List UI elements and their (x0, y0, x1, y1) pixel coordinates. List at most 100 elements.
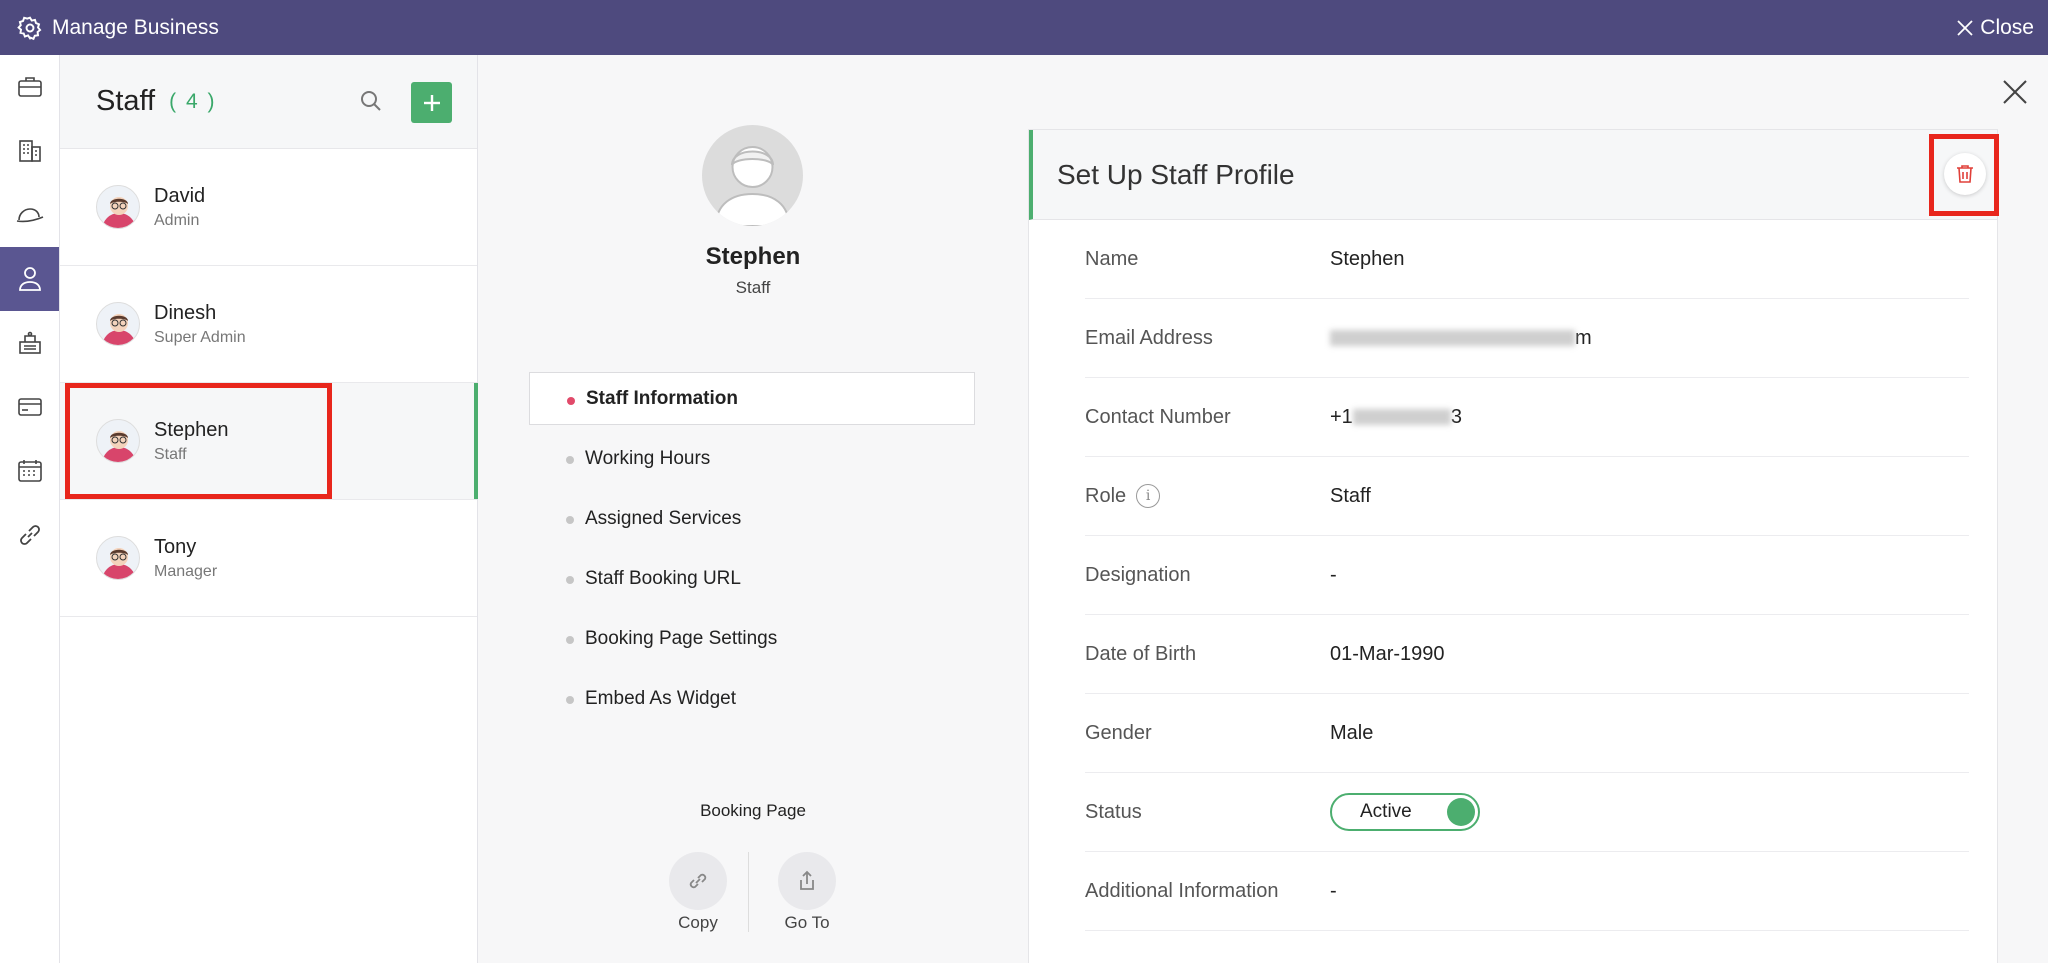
close-icon (1957, 19, 1973, 36)
profile-role: Staff (735, 278, 771, 297)
staff-name: David (154, 184, 206, 207)
staff-icon (18, 267, 41, 291)
field-value: - (1330, 879, 1337, 902)
field-row-role: Role i Staff (1085, 457, 1969, 536)
staff-row-dinesh[interactable]: Dinesh Super Admin (60, 266, 477, 383)
close-icon (2003, 80, 2027, 104)
copy-label: Copy (678, 913, 718, 932)
menu-item-staff-information[interactable]: Staff Information (529, 372, 975, 425)
nav-item-services[interactable] (0, 183, 59, 247)
staff-role: Super Admin (154, 328, 246, 346)
staff-row-david[interactable]: David Admin (60, 149, 477, 266)
menu-item-assigned-services[interactable]: Assigned Services (529, 492, 975, 545)
avatar (96, 185, 140, 229)
status-toggle[interactable]: Active (1330, 793, 1480, 831)
menu-item-staff-booking-url[interactable]: Staff Booking URL (529, 552, 975, 605)
profile-section-menu: Staff Information Working Hours Assigned… (529, 372, 975, 732)
staff-list-header: Staff ( 4 ) (60, 55, 477, 149)
toggle-knob (1447, 798, 1475, 826)
staff-profile-panel: Set Up Staff Profile Name Stephen Email … (1028, 55, 2048, 963)
field-value-contact: +1 3 (1330, 406, 1462, 429)
staff-row-stephen[interactable]: Stephen Staff (60, 383, 478, 500)
field-label: Name (1085, 247, 1139, 270)
delete-staff-button[interactable] (1944, 153, 1986, 195)
info-icon[interactable]: i (1136, 484, 1161, 508)
field-label: Role (1085, 484, 1127, 507)
profile-card-header: Set Up Staff Profile (1029, 130, 1997, 220)
cap-icon (16, 208, 43, 223)
field-row-dob: Date of Birth 01-Mar-1990 (1085, 615, 1969, 694)
booking-page-label: Booking Page (700, 801, 806, 820)
field-label: Email Address (1085, 326, 1213, 349)
left-nav-rail (0, 55, 60, 963)
field-row-email: Email Address m (1085, 299, 1969, 378)
page-title: Manage Business (52, 15, 219, 39)
field-value: Staff (1330, 484, 1371, 507)
field-row-additional-info: Additional Information - (1085, 852, 1969, 931)
redacted-text (1330, 330, 1575, 347)
building-icon (18, 140, 41, 162)
link-icon (19, 525, 40, 545)
nav-item-integrations[interactable] (0, 503, 59, 567)
field-label: Gender (1085, 721, 1152, 744)
staff-name: Dinesh (154, 301, 217, 324)
field-value: - (1330, 563, 1337, 586)
field-label: Additional Information (1085, 879, 1279, 902)
contact-prefix: +1 (1330, 405, 1353, 428)
menu-item-label: Assigned Services (585, 507, 742, 529)
desk-icon (18, 331, 41, 354)
card-icon (17, 398, 42, 416)
nav-item-resources[interactable] (0, 311, 59, 375)
avatar (96, 419, 140, 463)
link-icon (689, 873, 707, 889)
staff-role: Admin (154, 211, 200, 229)
menu-item-label: Embed As Widget (585, 687, 737, 709)
go-to-button[interactable] (778, 852, 836, 910)
staff-heading: Staff (96, 85, 156, 117)
contact-suffix: 3 (1450, 405, 1462, 428)
search-button[interactable] (358, 88, 386, 116)
plus-icon (423, 94, 440, 111)
field-value-email: m (1330, 327, 1592, 350)
add-staff-button[interactable] (411, 82, 452, 123)
profile-card-title: Set Up Staff Profile (1057, 158, 1295, 190)
divider (748, 852, 749, 932)
menu-item-label: Staff Information (586, 387, 738, 409)
profile-card: Set Up Staff Profile Name Stephen Email … (1028, 129, 1999, 963)
field-row-designation: Designation - (1085, 536, 1969, 615)
menu-item-label: Booking Page Settings (585, 627, 778, 649)
field-row-name: Name Stephen (1085, 220, 1969, 299)
copy-link-button[interactable] (669, 852, 727, 910)
field-label: Date of Birth (1085, 642, 1197, 665)
field-label: Contact Number (1085, 405, 1231, 428)
status-toggle-label: Active (1360, 801, 1412, 822)
close-button[interactable]: Close (1956, 0, 2034, 55)
top-bar: Manage Business Close (0, 0, 2048, 55)
close-panel-button[interactable] (2000, 77, 2030, 107)
field-row-gender: Gender Male (1085, 694, 1969, 773)
nav-item-calendar[interactable] (0, 439, 59, 503)
briefcase-icon (17, 77, 42, 97)
field-label: Status (1085, 800, 1142, 823)
nav-item-payments[interactable] (0, 375, 59, 439)
avatar (96, 536, 140, 580)
nav-item-business[interactable] (0, 119, 59, 183)
field-row-contact: Contact Number +1 3 (1085, 378, 1969, 457)
menu-item-booking-page-settings[interactable]: Booking Page Settings (529, 612, 975, 665)
staff-role: Manager (154, 562, 218, 580)
email-tail: m (1575, 326, 1592, 349)
profile-nav-column: Stephen Staff Staff Information Working … (478, 55, 1028, 963)
staff-row-tony[interactable]: Tony Manager (60, 500, 477, 617)
profile-avatar[interactable] (702, 125, 803, 226)
redacted-text (1352, 409, 1451, 426)
nav-item-staff[interactable] (0, 247, 59, 311)
search-icon (361, 91, 381, 111)
menu-item-working-hours[interactable]: Working Hours (529, 432, 975, 485)
field-label: Designation (1085, 563, 1191, 586)
trash-icon (1957, 165, 1973, 183)
menu-item-embed-as-widget[interactable]: Embed As Widget (529, 672, 975, 725)
staff-name: Stephen (154, 418, 229, 441)
field-value: Stephen (1330, 247, 1405, 270)
nav-item-workspace[interactable] (0, 55, 59, 119)
staff-count: ( 4 ) (169, 89, 217, 113)
